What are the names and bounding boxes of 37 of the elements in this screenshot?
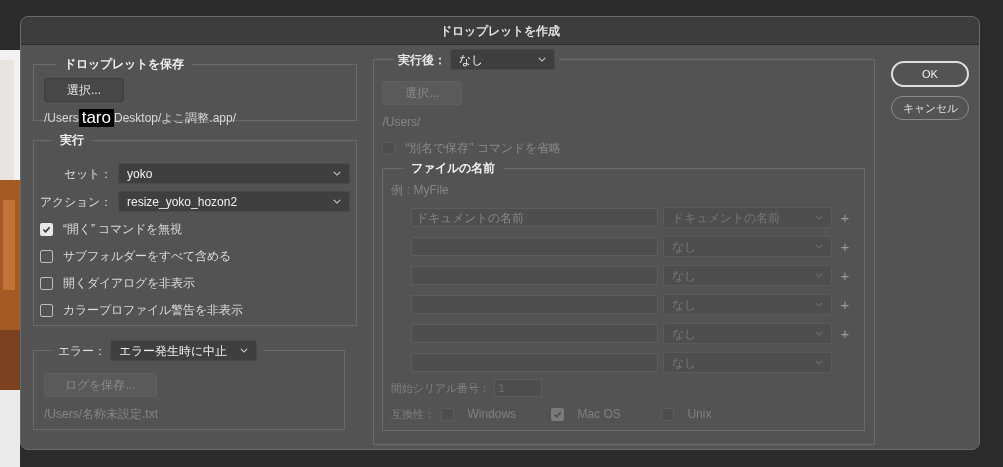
field-label: 実行後： [398,51,447,69]
checkmark-icon [42,224,51,234]
chevron-down-icon [815,244,824,249]
group-title: ファイルの名前 [410,160,497,177]
chevron-down-icon [815,331,824,336]
checkbox-label: サブフォルダーをすべて含める [63,248,231,265]
checkbox[interactable] [40,249,53,263]
chevron-down-icon [333,171,342,176]
chevron-down-icon [538,57,547,62]
ok-button[interactable]: OK [891,61,969,87]
field-label: セット： [63,165,112,183]
chevron-down-icon [240,348,248,353]
chevron-down-icon [815,215,824,220]
choose-button[interactable]: 選択... [44,78,124,102]
checkbox[interactable] [40,276,53,290]
window-title: ドロップレットを作成 [440,22,560,40]
checkbox-label: カラープロファイル警告を非表示 [63,302,243,319]
chevron-down-icon [815,273,824,278]
group-title: 実行 [59,132,85,149]
field-label: アクション： [40,193,112,211]
dropdown[interactable]: エラー発生時に中止 [110,340,257,361]
checkbox[interactable] [40,222,53,236]
dropdown[interactable]: なし [450,49,556,70]
checkbox-label: 開くダイアログを非表示 [63,275,195,292]
path-text: Desktop/よこ調整.app/ [113,110,236,127]
dropdown[interactable]: yoko [118,163,351,184]
redaction-label: taro [78,109,114,127]
path-text: /Users [44,110,79,127]
checkmark-icon [553,409,563,419]
chevron-down-icon [815,302,824,307]
dropdown[interactable]: resize_yoko_hozon2 [118,191,351,212]
field-label: エラー： [58,342,106,360]
group-title: ドロップレットを保存 [63,56,185,73]
checkbox-label: “開く” コマンドを無視 [63,221,183,238]
chevron-down-icon [333,199,342,204]
checkbox[interactable] [40,303,53,317]
chevron-down-icon [815,360,824,365]
